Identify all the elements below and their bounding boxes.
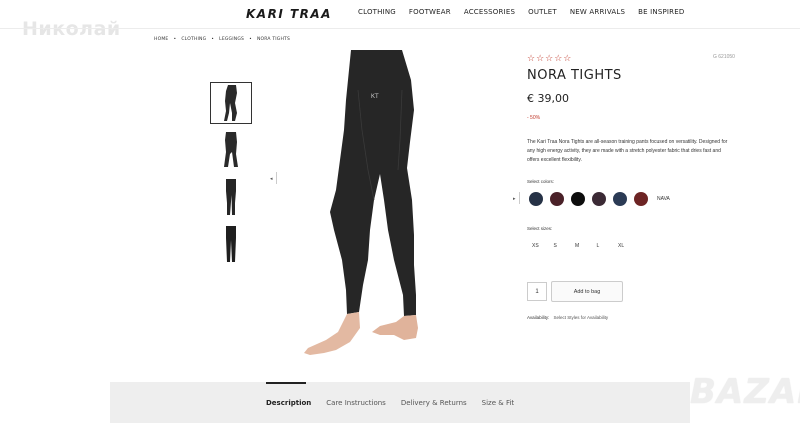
tights-flat-thumb-image [226, 226, 236, 262]
thumbnail-front-view[interactable] [210, 176, 252, 218]
quantity-input[interactable]: 1 [527, 282, 547, 301]
size-option-xs[interactable]: XS [532, 243, 554, 249]
tab-care-instructions[interactable]: Care Instructions [326, 399, 386, 407]
thumbnail-back-view[interactable] [210, 129, 252, 171]
nav-accessories[interactable]: ACCESSORIES [464, 8, 515, 16]
breadcrumb-home[interactable]: HOME [154, 37, 168, 42]
color-swatch-red-wine[interactable] [634, 192, 648, 206]
breadcrumb-separator: • [173, 37, 177, 42]
size-option-m[interactable]: M [575, 243, 597, 249]
color-select-label: Select colors: [527, 179, 555, 184]
product-description: The Kari Traa Nora Tights are all-season… [527, 139, 728, 163]
tights-front-thumb-image [226, 179, 236, 215]
nav-footwear[interactable]: FOOTWEAR [409, 8, 451, 16]
brand-logo[interactable]: KARI TRAA [246, 7, 332, 21]
breadcrumb-leggings[interactable]: LEGGINGS [219, 37, 244, 42]
discount-badge: - 50% [527, 115, 541, 121]
color-swatches: NAVA [529, 192, 670, 206]
color-swatch-plum[interactable] [592, 192, 606, 206]
nav-outlet[interactable]: OUTLET [528, 8, 557, 16]
color-divider [519, 192, 520, 204]
availability-info: Availability: Select Styles for Availabil… [527, 315, 608, 320]
tab-size-fit[interactable]: Size & Fit [482, 399, 514, 407]
nav-be-inspired[interactable]: BE INSPIRED [638, 8, 684, 16]
tab-description[interactable]: Description [266, 399, 311, 407]
thumbnail-gallery [210, 82, 254, 270]
tights-side-thumb-image [224, 85, 237, 121]
color-swatch-slate-blue[interactable] [613, 192, 627, 206]
nav-clothing[interactable]: CLOTHING [358, 8, 396, 16]
breadcrumb-separator: • [211, 37, 215, 42]
breadcrumb-current: NORA TIGHTS [256, 37, 291, 42]
product-main-image: KT [304, 50, 418, 355]
product-tabs: Description Care Instructions Delivery &… [266, 382, 529, 423]
selected-color-name: NAVA [657, 196, 670, 202]
breadcrumb-clothing[interactable]: CLOTHING [181, 37, 206, 42]
gallery-divider [276, 172, 277, 184]
availability-value: Select Styles for Availability [553, 315, 609, 320]
color-swatch-navy-blue[interactable] [529, 192, 543, 206]
thumbnail-side-view[interactable] [210, 82, 252, 124]
size-option-xl[interactable]: XL [618, 243, 640, 249]
size-options: XS S M L XL [532, 243, 640, 249]
svg-text:KT: KT [371, 94, 379, 100]
rating-stars[interactable]: ☆☆☆☆☆ [527, 53, 572, 64]
nav-new-arrivals[interactable]: NEW ARRIVALS [570, 8, 625, 16]
breadcrumb: HOME • CLOTHING • LEGGINGS • NORA TIGHTS [154, 37, 290, 42]
watermark-bazar-logo: BAZAR [690, 372, 800, 412]
size-select-label: Select sizes: [527, 226, 553, 231]
availability-label: Availability: [527, 315, 550, 320]
gallery-arrow-icon[interactable]: ◂ [270, 176, 273, 182]
tab-delivery-returns[interactable]: Delivery & Returns [401, 399, 467, 407]
color-arrow-icon[interactable]: ▸ [513, 196, 516, 202]
product-price: € 39,00 [527, 92, 569, 105]
size-option-l[interactable]: L [597, 243, 619, 249]
site-header: KARI TRAA CLOTHING FOOTWEAR ACCESSORIES … [0, 0, 800, 28]
product-sku: G 621050 [713, 54, 735, 60]
tights-back-thumb-image [224, 132, 238, 167]
breadcrumb-separator: • [249, 37, 252, 42]
color-swatch-black[interactable] [571, 192, 585, 206]
thumbnail-flat-view[interactable] [210, 223, 252, 265]
header-divider [0, 28, 800, 29]
color-swatch-burgundy[interactable] [550, 192, 564, 206]
add-to-bag-button[interactable]: Add to bag [551, 281, 623, 302]
size-option-s[interactable]: S [554, 243, 576, 249]
main-nav: CLOTHING FOOTWEAR ACCESSORIES OUTLET NEW… [358, 8, 697, 16]
product-title: NORA TIGHTS [527, 68, 622, 83]
